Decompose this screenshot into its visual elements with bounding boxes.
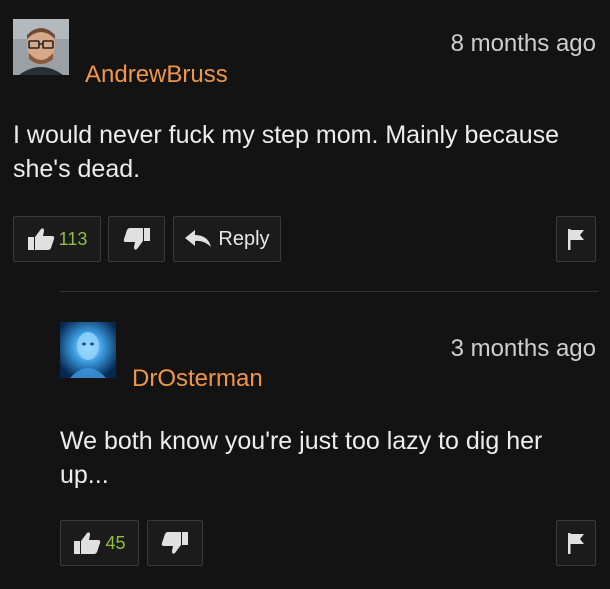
blue-glowing-man-avatar-icon [60,322,116,378]
reply-arrow-icon [185,230,212,247]
timestamp: 8 months ago [450,30,596,57]
like-count: 45 [105,532,126,553]
thread-divider [60,291,598,292]
thumbs-down-icon [161,532,188,554]
timestamp: 3 months ago [450,335,596,362]
like-count: 113 [58,228,88,249]
like-button[interactable]: 113 [13,216,101,262]
comment-thread: AndrewBruss 8 months ago I would never f… [0,0,610,589]
man-with-glasses-avatar-icon [13,19,69,75]
flag-button[interactable] [556,216,596,262]
flag-icon [568,229,584,250]
avatar[interactable] [13,19,69,75]
thumbs-down-icon [123,228,150,250]
username[interactable]: AndrewBruss [85,61,228,89]
like-button[interactable]: 45 [60,520,139,566]
username[interactable]: DrOsterman [132,365,263,393]
comment-text: We both know you're just too lazy to dig… [60,427,543,489]
comment-text: I would never fuck my step mom. Mainly b… [13,121,560,183]
dislike-button[interactable] [108,216,165,262]
thumbs-up-icon [74,532,101,554]
reply-label: Reply [218,227,270,250]
reply-button[interactable]: Reply [173,216,281,262]
avatar[interactable] [60,322,116,378]
thumbs-up-icon [27,228,54,250]
dislike-button[interactable] [147,520,203,566]
flag-button[interactable] [556,520,596,566]
flag-icon [568,533,584,554]
